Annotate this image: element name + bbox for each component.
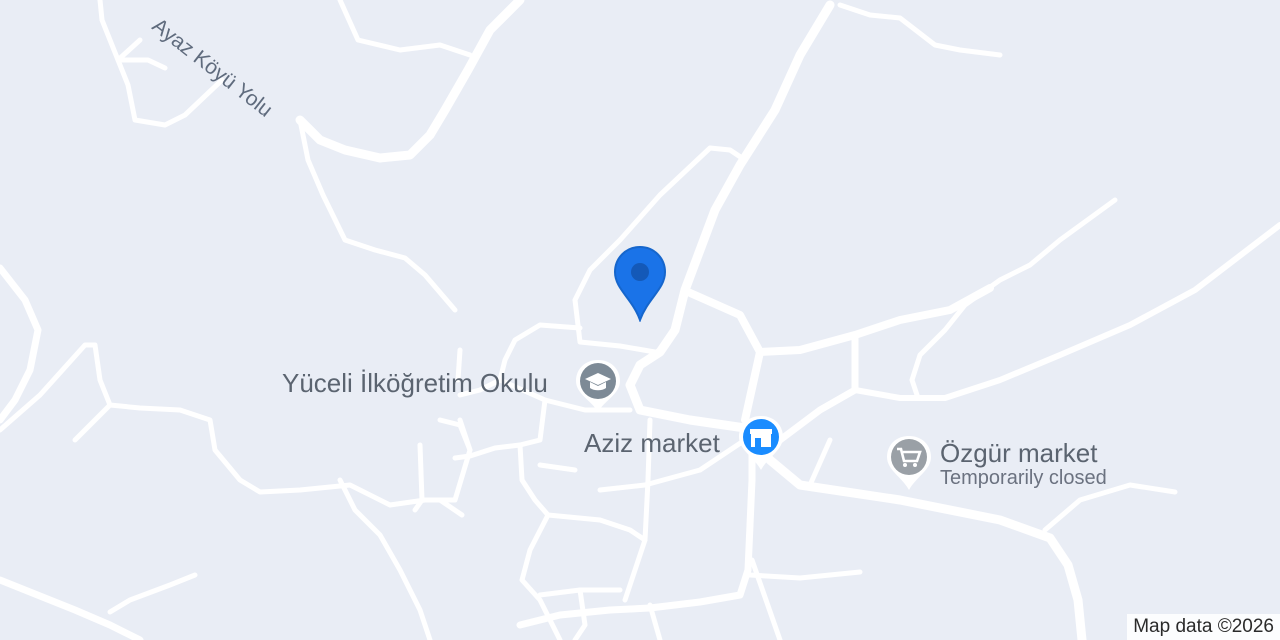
store-icon bbox=[739, 416, 783, 470]
poi-label-aziz-market[interactable]: Aziz market bbox=[584, 428, 720, 459]
map-canvas[interactable]: Ayaz Köyü Yolu Yüceli İlköğretim Okulu A… bbox=[0, 0, 1280, 640]
map-pin-icon bbox=[613, 245, 667, 323]
poi-label-ozgur-market[interactable]: Özgür market bbox=[940, 438, 1098, 469]
school-marker[interactable] bbox=[573, 358, 623, 419]
school-icon bbox=[576, 360, 620, 412]
poi-status-temporarily-closed: Temporarily closed bbox=[940, 467, 1107, 489]
aziz-market-marker[interactable] bbox=[736, 414, 786, 477]
poi-label-school[interactable]: Yüceli İlköğretim Okulu bbox=[282, 368, 548, 399]
ozgur-market-marker[interactable] bbox=[884, 434, 934, 497]
location-pin[interactable] bbox=[612, 244, 668, 327]
map-attribution[interactable]: Map data ©2026 bbox=[1127, 614, 1280, 640]
cart-icon bbox=[887, 436, 931, 490]
